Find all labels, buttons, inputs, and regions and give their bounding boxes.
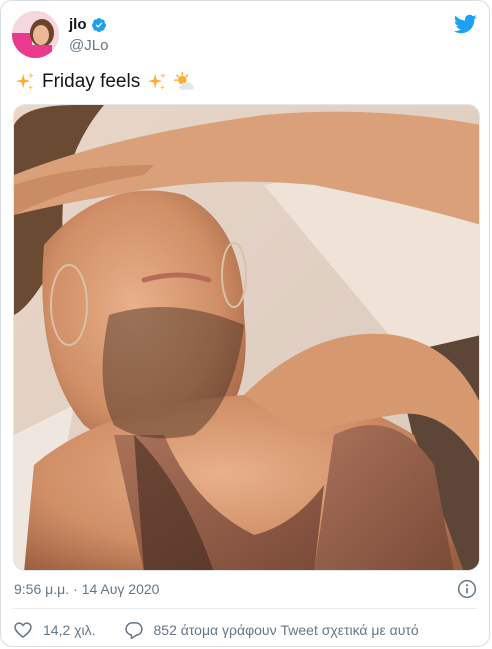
tweet-text: Friday feels [42,71,141,92]
sun-behind-cloud-icon [174,72,194,90]
verified-badge-icon [91,17,106,32]
sparkles-icon [15,72,35,91]
tweet-text-row: Friday feels [14,70,196,94]
user-handle[interactable]: @JLo [69,37,108,54]
like-button[interactable]: 14,2 χιλ. [13,620,96,640]
tweet-photo[interactable] [13,104,480,571]
meta-separator: · [73,581,78,597]
like-count: 14,2 χιλ. [43,622,96,638]
avatar[interactable] [12,11,59,58]
tweet-date: 14 Αυγ 2020 [81,581,160,597]
reply-text: 852 άτομα γράφουν Tweet σχετικά με αυτό [153,622,419,638]
reply-bubble-icon [124,622,143,640]
twitter-bird-icon[interactable] [453,12,477,36]
tweet-actions: 14,2 χιλ. 852 άτομα γράφουν Tweet σχετικ… [13,620,419,640]
info-icon[interactable] [457,579,477,599]
sparkles-icon [148,72,167,91]
heart-icon [14,622,32,639]
reply-button[interactable]: 852 άτομα γράφουν Tweet σχετικά με αυτό [124,620,419,640]
tweet-card[interactable]: jlo @JLo Friday feels 9:56 μ.μ. · 14 Αυγ… [0,0,490,647]
tweet-time: 9:56 μ.μ. [14,581,70,597]
divider [13,608,477,609]
tweet-timestamp[interactable]: 9:56 μ.μ. · 14 Αυγ 2020 [14,581,159,597]
display-name[interactable]: jlo [69,16,87,33]
